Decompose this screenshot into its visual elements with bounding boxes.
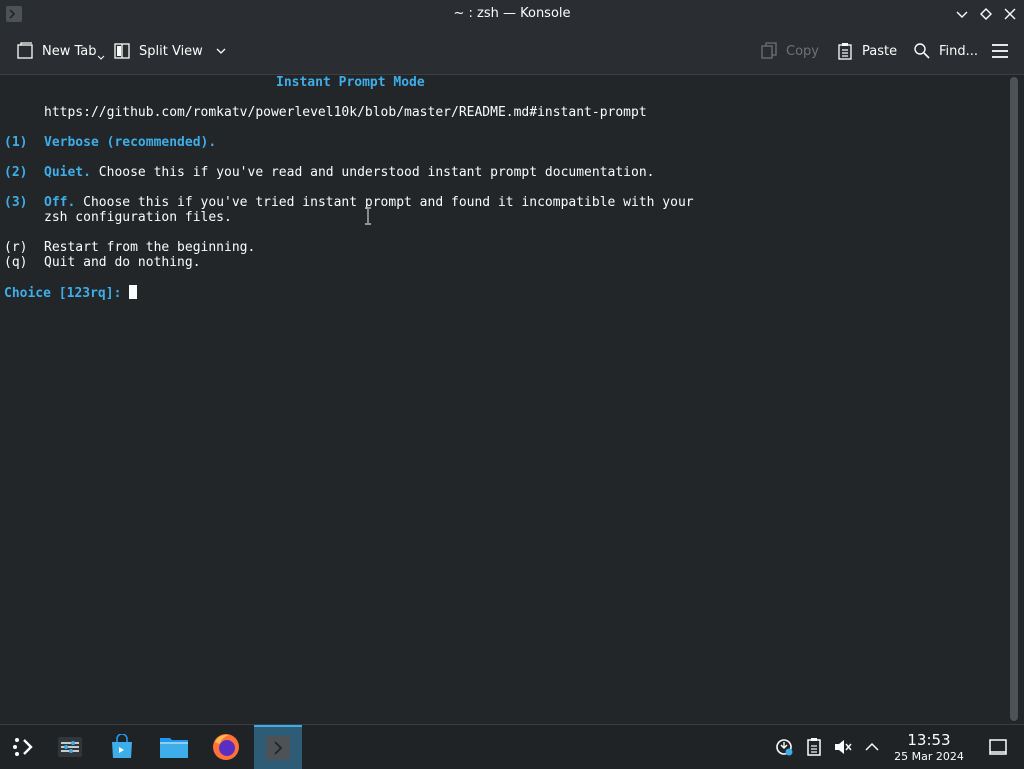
toolbar: New Tab Split View Copy Paste Find... [0,28,1024,75]
find-label: Find... [939,43,979,59]
tray-expand-icon[interactable] [862,737,882,757]
copy-icon [761,42,777,59]
find-button[interactable]: Find... [913,36,978,66]
option1-key: (1) [4,135,28,150]
prompt-line[interactable]: Choice [123rq]: [4,285,138,301]
paste-label: Paste [862,43,898,59]
clipboard-icon[interactable] [804,737,824,757]
taskbar-konsole[interactable] [254,725,302,769]
copy-label: Copy [786,43,819,59]
option3-name: Off. [44,195,76,210]
taskbar-dolphin[interactable] [150,725,198,769]
choice-prompt: Choice [123rq]: [4,286,130,301]
text-cursor [129,285,138,299]
quit-key: (q) [4,255,28,270]
restart-key: (r) [4,240,28,255]
terminal-scrollbar[interactable] [1004,75,1024,723]
close-icon[interactable] [1002,6,1018,22]
hamburger-menu-icon [992,44,1008,58]
dolphin-files-icon [160,738,188,758]
show-desktop-icon[interactable] [988,737,1008,757]
digital-clock[interactable]: 13:53 25 Mar 2024 [884,731,974,763]
option3-key: (3) [4,195,28,210]
taskbar: 13:53 25 Mar 2024 [0,724,1024,769]
instant-prompt-url[interactable]: https://github.com/romkatv/powerlevel10k… [44,105,647,120]
option2-key: (2) [4,165,28,180]
window-title: ~ : zsh — Konsole [453,6,571,21]
firefox-icon [213,734,239,760]
quit-text: Quit and do nothing. [44,255,201,270]
split-view-label: Split View [139,43,203,59]
option2-text: Quiet. Choose this if you've read and un… [44,165,655,180]
hamburger-menu-button[interactable] [990,36,1018,66]
new-tab-button[interactable]: New Tab [16,36,113,66]
option2-name: Quiet. [44,165,91,180]
split-view-chevron-down-icon[interactable] [215,45,227,57]
window-titlebar[interactable]: ~ : zsh — Konsole [0,0,1024,28]
system-settings-icon [58,737,82,757]
option3-desc: Choose this if you've tried instant prom… [75,195,694,210]
split-view-icon [114,43,130,59]
split-view-button[interactable]: Split View [113,36,235,66]
scrollbar-thumb[interactable] [1010,77,1018,721]
konsole-icon [266,736,290,760]
heading: Instant Prompt Mode [276,75,425,90]
taskbar-discover[interactable] [98,725,146,769]
application-launcher-icon [13,738,33,756]
minimize-icon[interactable] [954,6,970,22]
option2-desc: Choose this if you've read and understoo… [90,165,655,180]
discover-store-icon [112,734,132,758]
copy-button[interactable]: Copy [760,36,819,66]
mouse-ibeam-cursor-icon [365,207,371,225]
network-update-icon[interactable] [774,737,794,757]
paste-icon [838,43,852,60]
option3-desc-continued: zsh configuration files. [44,210,232,225]
taskbar-firefox[interactable] [202,725,250,769]
clock-date: 25 Mar 2024 [894,750,964,763]
taskbar-system-settings[interactable] [46,725,94,769]
restart-text: Restart from the beginning. [44,240,256,255]
volume-muted-icon[interactable] [833,737,853,757]
search-icon [914,43,930,59]
terminal-view[interactable]: Instant Prompt Mode https://github.com/r… [0,75,1002,723]
clock-time: 13:53 [907,731,951,749]
new-tab-icon [17,42,33,59]
new-tab-label: New Tab [42,43,97,59]
application-launcher[interactable] [0,725,48,769]
new-tab-menu-arrow-icon[interactable] [97,54,105,62]
paste-button[interactable]: Paste [836,36,897,66]
maximize-icon[interactable] [978,6,994,22]
option1-name: Verbose (recommended). [44,135,217,150]
